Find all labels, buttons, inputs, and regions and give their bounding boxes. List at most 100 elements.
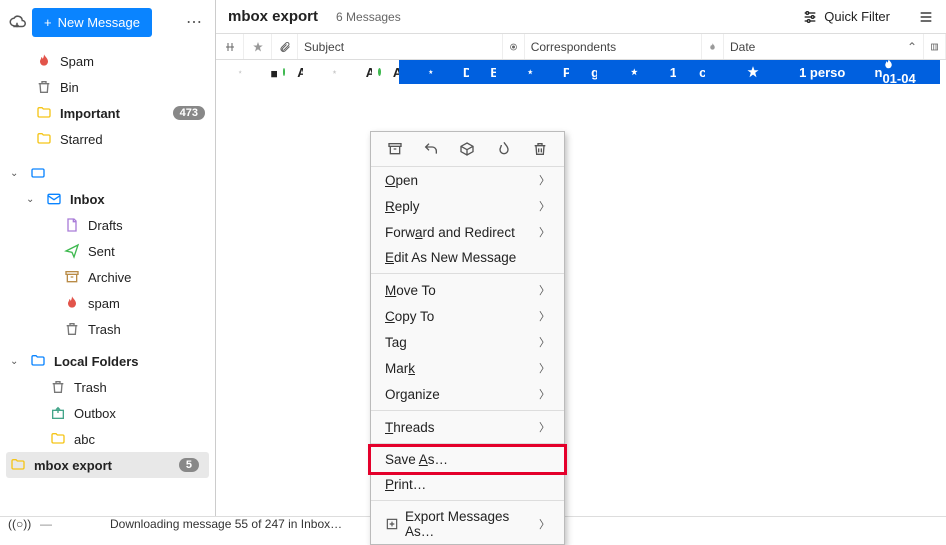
- menu-item-print[interactable]: Print…: [371, 472, 564, 497]
- sidebar-item-trash[interactable]: Trash: [0, 374, 215, 400]
- export-icon: [385, 517, 399, 531]
- draft-icon: [64, 217, 80, 233]
- sidebar-item-outbox[interactable]: Outbox: [0, 400, 215, 426]
- read-status-icon[interactable]: [676, 60, 693, 84]
- read-status-icon[interactable]: [469, 60, 484, 84]
- download-cloud-icon[interactable]: [8, 13, 26, 31]
- message-row[interactable]: AskWoody Free – 21.14.F…AskWoody Tech LL…: [303, 60, 946, 84]
- message-correspondent: BubbleLife 01-04-2024, 15:58: [484, 60, 496, 84]
- col-correspondents[interactable]: Correspondents: [525, 34, 702, 59]
- menu-item-mark[interactable]: Mark 〉: [371, 355, 564, 381]
- folder-tree: SpamBin Important 473 Starred ⌄ ⌄ Inbox Dra…: [0, 44, 215, 516]
- spam-icon[interactable]: [882, 60, 904, 71]
- sidebar-item-spam[interactable]: Spam: [0, 48, 215, 74]
- new-message-button[interactable]: + New Message: [32, 8, 152, 37]
- inbox-label: Inbox: [70, 192, 205, 207]
- menu-item-move-to[interactable]: Move To〉: [371, 277, 564, 303]
- star-icon[interactable]: [326, 60, 343, 84]
- sidebar-item-label: Starred: [60, 132, 205, 147]
- col-subject[interactable]: Subject: [298, 34, 503, 59]
- column-picker[interactable]: [924, 34, 946, 59]
- message-correspondent: ces 01-04-2024, 19:00: [693, 60, 705, 84]
- submenu-arrow-icon: 〉: [539, 419, 550, 435]
- sidebar-item-sent[interactable]: Sent: [0, 238, 215, 264]
- delete-icon[interactable]: [531, 140, 549, 158]
- message-row[interactable]: 131 fonces 01-04-2024, 19:001 person 01-…: [597, 60, 928, 84]
- submenu-arrow-icon: 〉: [539, 224, 550, 240]
- menu-item-save-as[interactable]: Save As…: [371, 447, 564, 472]
- account-mailbox-row[interactable]: ⌄ Inbox: [0, 186, 215, 212]
- menu-item-open[interactable]: Open〉: [371, 167, 564, 193]
- sidebar-item-abc[interactable]: abc: [0, 426, 215, 452]
- menu-item-tag[interactable]: Tag〉: [371, 329, 564, 355]
- menu-item-reply[interactable]: Reply〉: [371, 193, 564, 219]
- more-button[interactable]: ⋯: [182, 8, 207, 36]
- main-pane: mbox export 6 Messages Quick Filter Subj…: [216, 0, 946, 516]
- menu-item-label: Move To: [385, 283, 436, 298]
- menu-item-edit-as-new-message[interactable]: Edit As New Message: [371, 245, 564, 270]
- sent-icon: [64, 243, 80, 259]
- sliders-icon: [802, 9, 818, 25]
- sidebar-item-starred[interactable]: Starred: [0, 126, 215, 152]
- menu-item-label: Save As…: [385, 452, 448, 467]
- menu-item-export-messages-as[interactable]: Export Messages As…〉: [371, 504, 564, 544]
- broadcast-icon[interactable]: ((○)): [8, 517, 22, 531]
- folder-title: mbox export: [228, 8, 318, 25]
- read-status-icon[interactable]: [847, 60, 869, 84]
- menu-item-copy-to[interactable]: Copy To〉: [371, 303, 564, 329]
- flame-icon: [64, 295, 80, 311]
- plus-icon: +: [44, 15, 52, 30]
- star-icon[interactable]: [422, 60, 440, 84]
- archive-icon[interactable]: [386, 140, 404, 158]
- menu-icon[interactable]: [918, 9, 934, 25]
- quick-filter-button[interactable]: Quick Filter: [802, 9, 890, 25]
- col-thread[interactable]: [216, 34, 244, 59]
- menu-item-label: Organize: [385, 387, 440, 402]
- col-attachment[interactable]: [272, 34, 298, 59]
- message-row[interactable]: Daily ho BubbleLife 01-04-2024, 15:58Pre-…: [399, 60, 940, 84]
- read-status-icon[interactable]: [569, 60, 585, 84]
- local-folders-row[interactable]: ⌄ Local Folders: [0, 348, 215, 374]
- star-icon[interactable]: [521, 60, 539, 84]
- col-read[interactable]: [503, 34, 525, 59]
- sidebar-item-archive[interactable]: Archive: [0, 264, 215, 290]
- account-row[interactable]: ⌄: [0, 160, 215, 186]
- submenu-arrow-icon: 〉: [539, 386, 550, 402]
- sidebar-item-label: Important: [60, 106, 165, 121]
- message-subject: Daily ho: [457, 60, 469, 84]
- message-row[interactable]: ■4月1日からゆうちょ銀…All About 01-04-2024, 13:30…: [216, 60, 946, 84]
- sidebar-item-label: Trash: [74, 380, 205, 395]
- sidebar-item-label: Drafts: [88, 218, 205, 233]
- sidebar-item-mbox-export[interactable]: mbox export5: [6, 452, 209, 478]
- submenu-arrow-icon: 〉: [539, 360, 550, 376]
- menu-item-organize[interactable]: Organize 〉: [371, 381, 564, 407]
- junk-icon[interactable]: [495, 140, 513, 158]
- sidebar-item-drafts[interactable]: Drafts: [0, 212, 215, 238]
- reply-icon[interactable]: [422, 140, 440, 158]
- menu-item-forward-and-redirect[interactable]: Forward and Redirect〉: [371, 219, 564, 245]
- message-row[interactable]: Pre-mag Alpha 01-04-2024, 17:40131 fonce…: [496, 60, 934, 84]
- menu-item-label: Mark: [385, 361, 415, 376]
- outbox-icon: [50, 405, 66, 421]
- unread-badge: 473: [173, 106, 205, 120]
- menu-item-label: Edit As New Message: [385, 250, 516, 265]
- sidebar-item-bin[interactable]: Bin: [0, 74, 215, 100]
- col-spam[interactable]: [702, 34, 724, 59]
- menu-item-threads[interactable]: Threads〉: [371, 414, 564, 440]
- star-icon[interactable]: [624, 60, 645, 84]
- message-subject: 1 perso: [793, 60, 846, 84]
- box-icon[interactable]: [458, 140, 476, 158]
- col-star[interactable]: [244, 34, 272, 59]
- star-icon[interactable]: [232, 60, 248, 84]
- local-folders-label: Local Folders: [54, 354, 205, 369]
- read-status-icon[interactable]: [277, 60, 292, 84]
- star-icon[interactable]: [739, 60, 767, 84]
- sidebar-item-trash[interactable]: Trash: [0, 316, 215, 342]
- mail-account-icon: [30, 165, 46, 181]
- sidebar-item-spam[interactable]: spam: [0, 290, 215, 316]
- sidebar-item-important[interactable]: Important 473: [0, 100, 215, 126]
- read-status-icon[interactable]: [372, 60, 387, 84]
- col-date[interactable]: Date⌃: [724, 34, 924, 59]
- message-row[interactable]: 1 person 01-04-2024, 19:44: [705, 60, 922, 84]
- menu-separator: [371, 410, 564, 411]
